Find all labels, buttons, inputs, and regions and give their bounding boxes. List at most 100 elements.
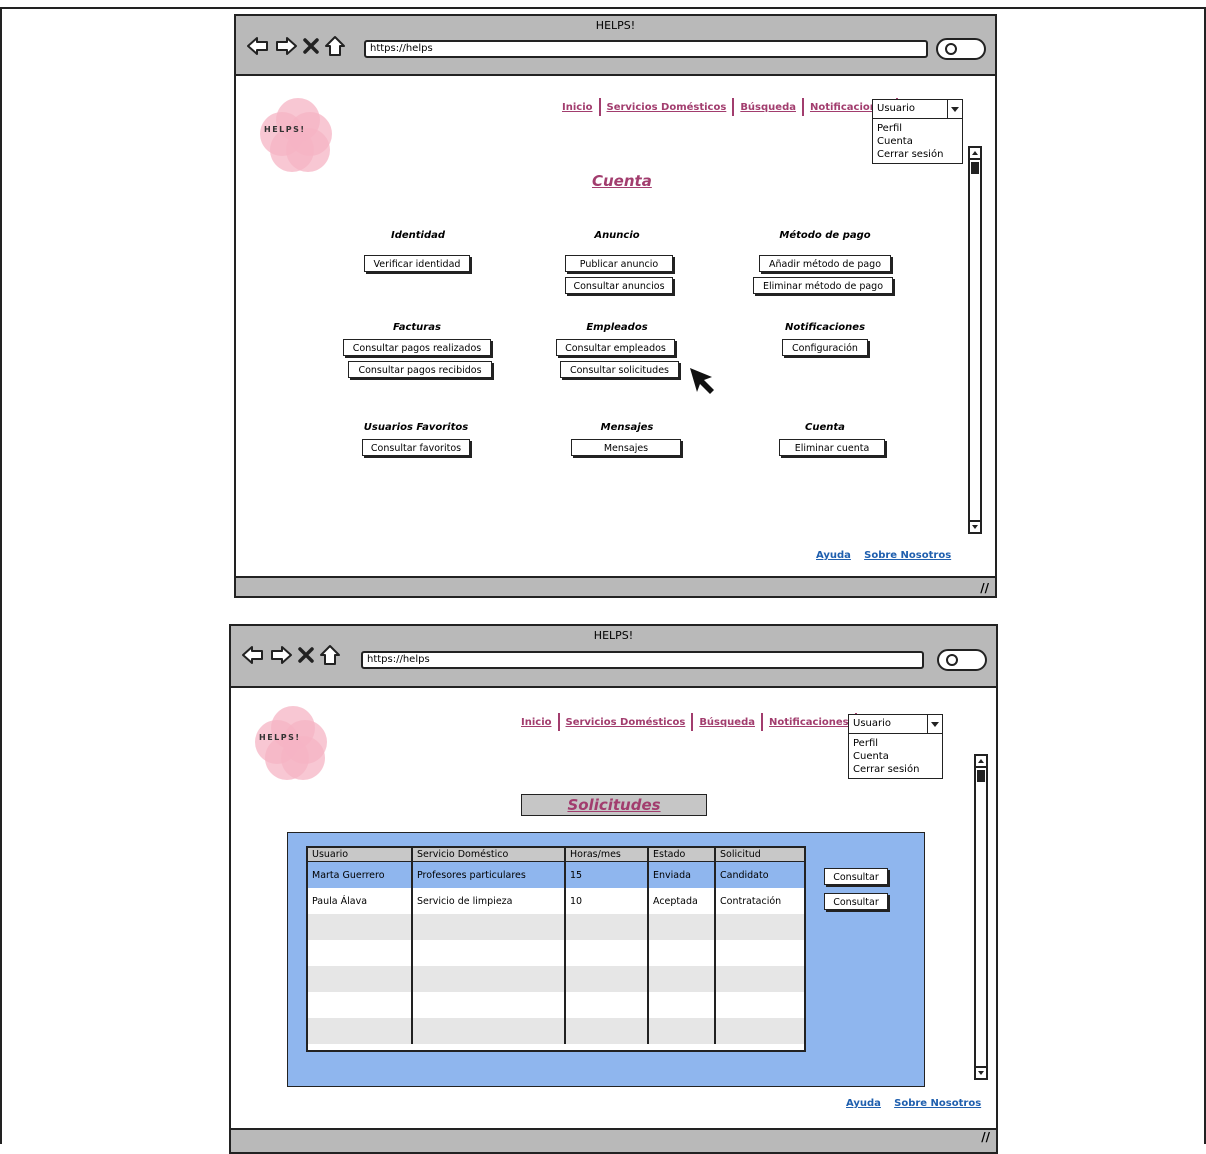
mouse-pointer-icon (690, 368, 714, 394)
cell-servicio: Servicio de limpieza (412, 888, 566, 914)
cell-horas: 15 (565, 861, 649, 888)
home-icon[interactable] (324, 35, 346, 57)
close-icon[interactable] (297, 644, 315, 666)
configuracion-button[interactable]: Configuración (782, 339, 868, 356)
section-title-mensajes: Mensajes (600, 422, 654, 433)
vertical-scrollbar[interactable] (974, 754, 988, 1080)
browser-toolbar: HELPS! https://helps (236, 16, 995, 76)
menu-item-cerrar-sesion[interactable]: Cerrar sesión (849, 763, 942, 776)
top-nav: Inicio Servicios Domésticos Búsqueda Not… (515, 713, 857, 731)
table-row-empty[interactable] (308, 966, 804, 992)
logo-text: HELPS! (259, 733, 301, 742)
consultar-empleados-button[interactable]: Consultar empleados (556, 339, 675, 356)
footer-ayuda-link[interactable]: Ayuda (846, 1098, 881, 1109)
user-dropdown[interactable]: Usuario Perfil Cuenta Cerrar sesión (872, 99, 963, 164)
status-bar: // (236, 576, 995, 596)
page-title: Solicitudes (567, 796, 661, 814)
scroll-thumb[interactable] (971, 162, 979, 174)
consultar-row-1-button[interactable]: Consultar (824, 868, 888, 885)
nav-busqueda[interactable]: Búsqueda (693, 717, 761, 728)
table-row-empty[interactable] (308, 940, 804, 966)
cell-usuario: Paula Álava (308, 888, 413, 914)
close-icon[interactable] (302, 35, 320, 57)
eliminar-cuenta-button[interactable]: Eliminar cuenta (779, 439, 885, 456)
table-row[interactable]: Marta Guerrero Profesores particulares 1… (308, 861, 804, 888)
publicar-anuncio-button[interactable]: Publicar anuncio (565, 255, 673, 272)
nav-inicio[interactable]: Inicio (515, 717, 558, 728)
table-row-empty[interactable] (308, 1018, 804, 1044)
browser-toolbar: HELPS! https://helps (231, 626, 996, 688)
scroll-up-icon[interactable] (970, 148, 980, 160)
table-row-empty[interactable] (308, 992, 804, 1018)
address-text: https://helps (367, 654, 430, 665)
user-dropdown[interactable]: Usuario Perfil Cuenta Cerrar sesión (848, 714, 943, 779)
verificar-identidad-button[interactable]: Verificar identidad (364, 255, 470, 272)
column-header-horas[interactable]: Horas/mes (565, 848, 649, 862)
address-bar[interactable]: https://helps (361, 651, 924, 669)
window-title: HELPS! (593, 629, 634, 642)
nav-servicios[interactable]: Servicios Domésticos (601, 102, 733, 113)
table-row-empty[interactable] (308, 914, 804, 940)
column-header-servicio[interactable]: Servicio Doméstico (412, 848, 566, 862)
page-title-box: Solicitudes (521, 794, 707, 816)
search-icon (945, 43, 957, 55)
search-button[interactable] (936, 38, 986, 60)
column-header-usuario[interactable]: Usuario (308, 848, 413, 862)
footer-ayuda-link[interactable]: Ayuda (816, 550, 851, 561)
column-header-estado[interactable]: Estado (648, 848, 716, 862)
anadir-metodo-pago-button[interactable]: Añadir método de pago (759, 255, 891, 272)
consultar-pagos-recibidos-button[interactable]: Consultar pagos recibidos (348, 361, 492, 378)
footer-sobre-nosotros-link[interactable]: Sobre Nosotros (894, 1098, 981, 1109)
chevron-down-icon[interactable] (927, 715, 942, 733)
home-icon[interactable] (319, 644, 341, 666)
back-arrow-icon[interactable] (241, 644, 265, 666)
chevron-down-icon[interactable] (947, 100, 962, 118)
section-title-identidad: Identidad (390, 230, 446, 241)
nav-notificaciones[interactable]: Notificaciones (763, 717, 855, 728)
forward-arrow-icon[interactable] (274, 35, 298, 57)
section-title-anuncio: Anuncio (594, 230, 640, 241)
back-arrow-icon[interactable] (246, 35, 270, 57)
section-title-cuenta: Cuenta (805, 422, 845, 433)
page-title: Cuenta (592, 172, 652, 190)
vertical-scrollbar[interactable] (968, 146, 982, 534)
scroll-up-icon[interactable] (976, 756, 986, 768)
menu-item-perfil[interactable]: Perfil (849, 737, 942, 750)
window-title: HELPS! (595, 19, 636, 32)
consultar-row-2-button[interactable]: Consultar (824, 893, 888, 910)
consultar-pagos-realizados-button[interactable]: Consultar pagos realizados (343, 339, 491, 356)
menu-item-cerrar-sesion[interactable]: Cerrar sesión (873, 148, 962, 161)
menu-item-cuenta[interactable]: Cuenta (849, 750, 942, 763)
search-icon (946, 654, 958, 666)
resize-grip-icon[interactable]: // (980, 581, 989, 595)
footer-links: Ayuda Sobre Nosotros (806, 550, 951, 561)
helps-logo: HELPS! (253, 706, 333, 780)
search-button[interactable] (937, 649, 987, 671)
solicitudes-panel: Usuario Servicio Doméstico Horas/mes Est… (287, 832, 925, 1087)
consultar-anuncios-button[interactable]: Consultar anuncios (565, 277, 673, 294)
nav-servicios[interactable]: Servicios Domésticos (560, 717, 692, 728)
nav-inicio[interactable]: Inicio (556, 102, 599, 113)
menu-item-cuenta[interactable]: Cuenta (873, 135, 962, 148)
scroll-down-icon[interactable] (976, 1066, 986, 1078)
address-text: https://helps (370, 43, 433, 54)
section-title-facturas: Facturas (393, 322, 441, 333)
scroll-thumb[interactable] (977, 770, 985, 782)
cell-horas: 10 (565, 888, 649, 914)
scroll-down-icon[interactable] (970, 520, 980, 532)
nav-busqueda[interactable]: Búsqueda (734, 102, 802, 113)
resize-grip-icon[interactable]: // (981, 1130, 990, 1144)
table-row[interactable]: Paula Álava Servicio de limpieza 10 Acep… (308, 888, 804, 914)
mensajes-button[interactable]: Mensajes (571, 439, 681, 456)
address-bar[interactable]: https://helps (364, 40, 928, 58)
menu-item-perfil[interactable]: Perfil (873, 122, 962, 135)
eliminar-metodo-pago-button[interactable]: Eliminar método de pago (753, 277, 893, 294)
section-title-empleados: Empleados (586, 322, 648, 333)
browser-window-solicitudes: HELPS! https://helps HELPS! Inicio Servi… (229, 624, 998, 1154)
column-header-solicitud[interactable]: Solicitud (715, 848, 804, 862)
cell-solicitud: Contratación (720, 895, 782, 907)
forward-arrow-icon[interactable] (269, 644, 293, 666)
consultar-solicitudes-button[interactable]: Consultar solicitudes (560, 361, 679, 378)
footer-sobre-nosotros-link[interactable]: Sobre Nosotros (864, 550, 951, 561)
consultar-favoritos-button[interactable]: Consultar favoritos (362, 439, 470, 456)
